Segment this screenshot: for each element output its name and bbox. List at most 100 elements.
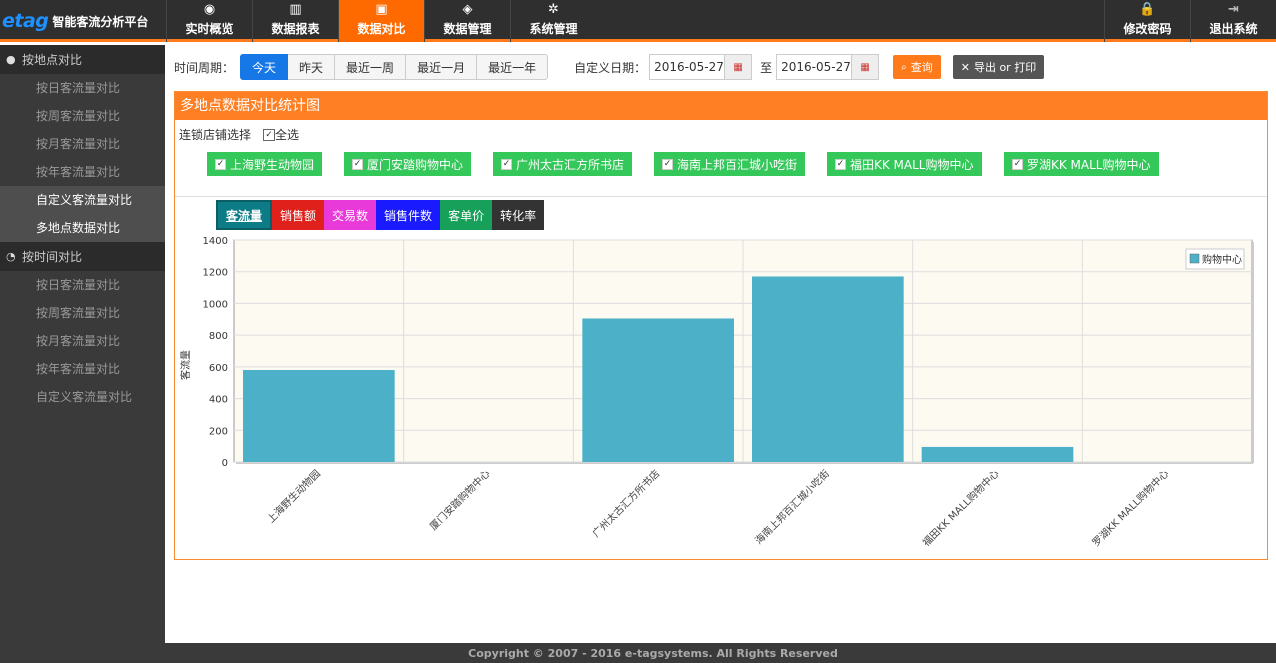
period-button[interactable]: 最近一月 <box>406 54 478 80</box>
period-button-group: 今天 昨天 最近一周 最近一月 最近一年 <box>240 54 549 80</box>
store-checkbox[interactable]: ✓ <box>352 158 363 170</box>
store-toggle[interactable]: ✓ 福田KK MALL购物中心 <box>827 152 982 176</box>
to-label: 至 <box>760 60 773 75</box>
nav-bar-chart[interactable]: ▥ 数据报表 <box>252 0 338 42</box>
comparison-panel: 多地点数据对比统计图 连锁店铺选择 ✓ 全选 ✓ 上海野生动物园 ✓ 厦门安踏购物中心… <box>174 91 1268 560</box>
nav-label: 数据对比 <box>357 22 406 36</box>
legend-label: 购物中心 <box>1202 253 1242 266</box>
sidebar-item[interactable]: 按日客流量对比 <box>0 74 165 102</box>
store-toggle[interactable]: ✓ 广州太古汇方所书店 <box>493 152 633 176</box>
y-tick-label: 200 <box>209 426 228 437</box>
calendar-icon[interactable]: ▦ <box>852 54 880 80</box>
sidebar-item[interactable]: 按周客流量对比 <box>0 102 165 130</box>
period-button[interactable]: 最近一年 <box>477 54 549 80</box>
nav-label: 修改密码 <box>1123 22 1172 36</box>
bar-chart-icon: ▥ <box>289 2 302 17</box>
export-print-button[interactable]: ✕ 导出 or 打印 <box>952 55 1045 79</box>
store-toggle[interactable]: ✓ 厦门安踏购物中心 <box>344 152 472 176</box>
y-tick-label: 400 <box>209 395 228 406</box>
lock-icon: 🔒 <box>1139 2 1156 17</box>
period-button[interactable]: 昨天 <box>288 54 336 80</box>
nav-gear[interactable]: ✲ 系统管理 <box>510 0 596 42</box>
period-button[interactable]: 最近一周 <box>335 54 407 80</box>
metric-tab[interactable]: 转化率 <box>492 200 545 230</box>
select-all-checkbox[interactable]: ✓ <box>263 128 276 141</box>
sidebar-item[interactable]: 按年客流量对比 <box>0 158 165 186</box>
calendar-icon[interactable]: ▦ <box>725 54 753 80</box>
nav-label: 实时概览 <box>185 22 234 36</box>
sidebar-item[interactable]: 按月客流量对比 <box>0 327 165 355</box>
store-label: 广州太古汇方所书店 <box>516 157 625 172</box>
sidebar-list-time: 按日客流量对比 按周客流量对比 按月客流量对比 按年客流量对比 自定义客流量对比 <box>0 271 165 411</box>
tools-icon: ✕ <box>960 60 970 74</box>
nav-lock[interactable]: 🔒 修改密码 <box>1104 0 1190 42</box>
sidebar-group-by-location[interactable]: ● 按地点对比 <box>0 45 165 74</box>
sidebar-item[interactable]: 自定义客流量对比 <box>0 186 165 214</box>
y-tick-label: 0 <box>222 458 228 469</box>
platform-title: 智能客流分析平台 <box>52 14 149 29</box>
nav-image[interactable]: ▣ 数据对比 <box>338 0 424 42</box>
store-checkbox[interactable]: ✓ <box>835 158 846 170</box>
store-checkbox[interactable]: ✓ <box>501 158 512 170</box>
store-checkbox[interactable]: ✓ <box>1012 158 1023 170</box>
store-toggle[interactable]: ✓ 上海野生动物园 <box>207 152 323 176</box>
metric-tab[interactable]: 客流量 <box>216 200 273 230</box>
bar <box>243 370 395 462</box>
divider <box>175 196 1267 197</box>
x-tick-label: 福田KK MALL购物中心 <box>920 467 1002 549</box>
store-label: 福田KK MALL购物中心 <box>850 157 974 172</box>
sidebar-group-label: 按时间对比 <box>22 250 83 264</box>
date-from-input[interactable] <box>649 54 726 80</box>
bar <box>582 318 734 462</box>
x-tick-label: 海南上邦百汇城小吃街 <box>752 467 832 547</box>
store-label: 厦门安踏购物中心 <box>367 157 464 172</box>
store-label: 罗湖KK MALL购物中心 <box>1027 157 1151 172</box>
store-toggle[interactable]: ✓ 海南上邦百汇城小吃街 <box>654 152 806 176</box>
store-select-row: 连锁店铺选择 ✓ 全选 <box>179 126 299 143</box>
stopwatch-icon: ◔ <box>6 250 16 263</box>
nav-eye[interactable]: ◉ 实时概览 <box>166 0 252 42</box>
x-tick-label: 上海野生动物园 <box>264 467 323 526</box>
map-marker-icon: ● <box>6 53 16 66</box>
store-select-label: 连锁店铺选择 <box>179 128 252 142</box>
footer: Copyright © 2007 - 2016 e-tagsystems. Al… <box>0 643 1276 663</box>
y-axis-label: 客流量 <box>179 350 192 380</box>
eye-icon: ◉ <box>203 2 216 17</box>
store-toggle[interactable]: ✓ 罗湖KK MALL购物中心 <box>1004 152 1159 176</box>
store-checkbox[interactable]: ✓ <box>215 158 226 170</box>
sidebar-item[interactable]: 按周客流量对比 <box>0 299 165 327</box>
nav-label: 数据报表 <box>271 22 320 36</box>
brand: etag 智能客流分析平台 <box>0 0 165 42</box>
sidebar-group-label: 按地点对比 <box>22 53 83 67</box>
main-nav: ◉ 实时概览 ▥ 数据报表 ▣ 数据对比 ◈ 数据管理 ✲ 系统管理 <box>166 0 596 42</box>
user-nav: 🔒 修改密码 ⇥ 退出系统 <box>1104 0 1276 42</box>
sidebar: ● 按地点对比 按日客流量对比 按周客流量对比 按月客流量对比 按年客流量对比 自定义客… <box>0 45 165 643</box>
sidebar-item[interactable]: 自定义客流量对比 <box>0 383 165 411</box>
nav-logout[interactable]: ⇥ 退出系统 <box>1190 0 1276 42</box>
period-button[interactable]: 今天 <box>240 54 289 80</box>
bar-chart: 0 200 400 600 800 1000 1200 1400 上海野生动物园 厦门安踏购物中心… <box>179 236 1254 549</box>
y-tick-label: 600 <box>209 363 228 374</box>
nav-label: 系统管理 <box>529 22 578 36</box>
nav-activity[interactable]: ◈ 数据管理 <box>424 0 510 42</box>
sidebar-group-by-time[interactable]: ◔ 按时间对比 <box>0 242 165 271</box>
nav-label: 退出系统 <box>1209 22 1258 36</box>
y-tick-label: 800 <box>209 331 228 342</box>
sidebar-item[interactable]: 多地点数据对比 <box>0 214 165 242</box>
store-label: 上海野生动物园 <box>230 157 315 172</box>
sidebar-item[interactable]: 按日客流量对比 <box>0 271 165 299</box>
x-tick-label: 罗湖KK MALL购物中心 <box>1089 467 1171 549</box>
date-to-input[interactable] <box>776 54 853 80</box>
sidebar-item[interactable]: 按月客流量对比 <box>0 130 165 158</box>
panel-title: 多地点数据对比统计图 <box>175 92 1267 120</box>
top-navbar: etag 智能客流分析平台 ◉ 实时概览 ▥ 数据报表 ▣ 数据对比 ◈ 数据管理 ✲ 系统管理 … <box>0 0 1276 42</box>
metric-tab[interactable]: 销售件数 <box>376 200 441 230</box>
sidebar-list-location: 按日客流量对比 按周客流量对比 按月客流量对比 按年客流量对比 自定义客流量对比 多地点数… <box>0 74 165 242</box>
metric-tab[interactable]: 交易数 <box>324 200 377 230</box>
y-tick-label: 1400 <box>203 236 228 247</box>
store-checkbox[interactable]: ✓ <box>662 158 673 170</box>
metric-tab[interactable]: 销售额 <box>272 200 325 230</box>
query-button[interactable]: ⌕ 查询 <box>893 55 941 79</box>
metric-tab[interactable]: 客单价 <box>440 200 493 230</box>
sidebar-item[interactable]: 按年客流量对比 <box>0 355 165 383</box>
